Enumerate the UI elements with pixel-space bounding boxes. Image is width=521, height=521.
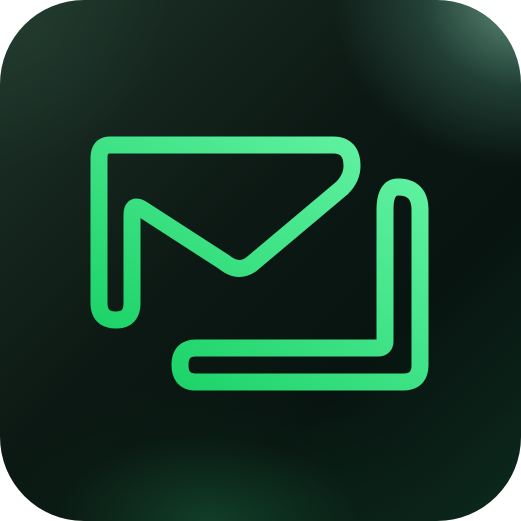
app-icon[interactable] [0, 0, 521, 521]
envelope-shape [90, 136, 361, 329]
mail-forward-icon [90, 136, 429, 391]
